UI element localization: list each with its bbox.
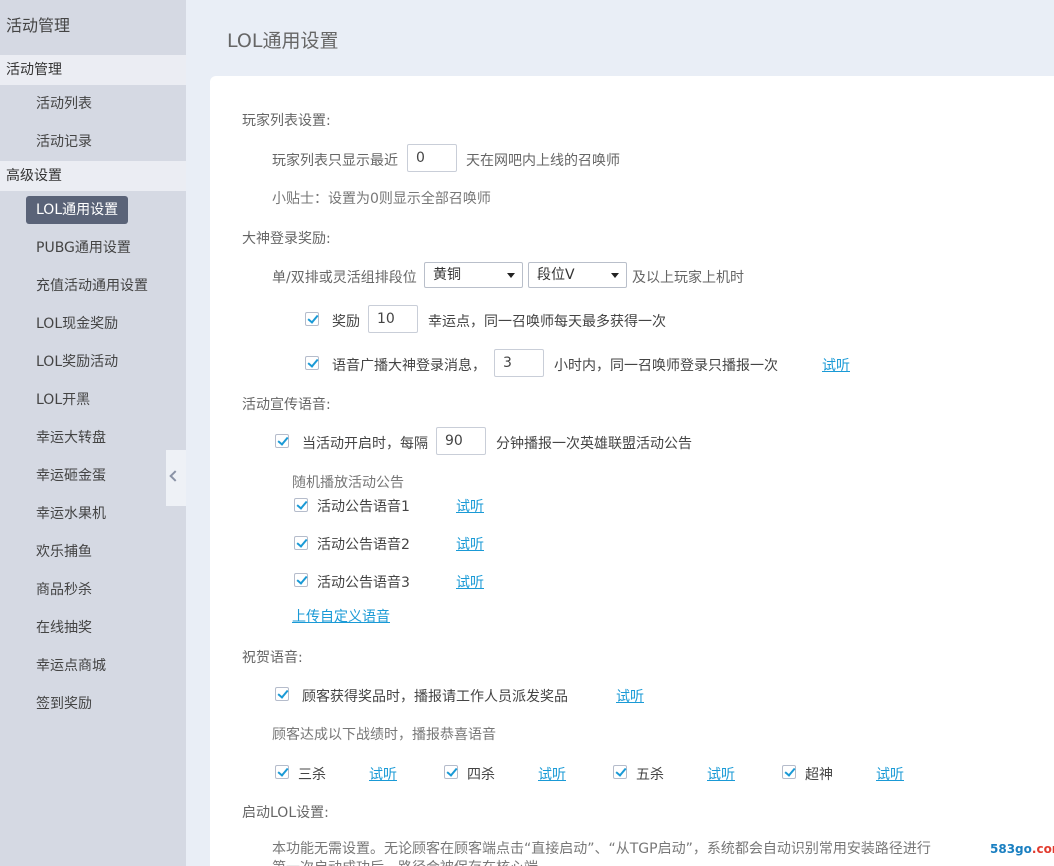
- announcement-3-listen-link[interactable]: 试听: [456, 572, 484, 592]
- caret-down-icon: [507, 273, 515, 278]
- sidebar-item-flash-sale[interactable]: 商品秒杀: [0, 571, 186, 609]
- sidebar: 活动管理 活动管理 活动列表 活动记录 高级设置 LOL通用设置 PUBG通用设…: [0, 0, 186, 866]
- sidebar-title: 活动管理: [0, 0, 186, 55]
- reward-points-input[interactable]: 10: [368, 305, 418, 333]
- rank-division-select[interactable]: 段位Ⅴ: [528, 262, 627, 288]
- prize-broadcast-checkbox[interactable]: [275, 687, 289, 701]
- prize-broadcast-listen-link[interactable]: 试听: [616, 686, 644, 706]
- player-list-tip: 小贴士：设置为0则显示全部召唤师: [272, 191, 491, 207]
- achievement-legendary-label: 超神: [805, 767, 833, 783]
- player-list-heading: 玩家列表设置:: [242, 113, 331, 129]
- player-list-days-input[interactable]: 0: [407, 144, 457, 172]
- announcement-2-checkbox[interactable]: [294, 536, 308, 550]
- settings-panel: 玩家列表设置: 玩家列表只显示最近 0 天在网吧内上线的召唤师 小贴士：设置为0…: [210, 76, 1054, 866]
- rank-suffix: 及以上玩家上机时: [632, 270, 744, 286]
- site-watermark-logo: 583go.com: [990, 842, 1054, 856]
- voice-broadcast-listen-link[interactable]: 试听: [822, 355, 850, 375]
- announcement-1-label: 活动公告语音1: [317, 499, 410, 515]
- page-title: LOL通用设置: [227, 30, 339, 52]
- announcement-1-listen-link[interactable]: 试听: [456, 496, 484, 516]
- sidebar-item-online-lottery[interactable]: 在线抽奖: [0, 609, 186, 647]
- achievement-triple-kill-label: 三杀: [298, 767, 326, 783]
- sidebar-item-label: LOL通用设置: [26, 196, 129, 224]
- achievement-label: 顾客达成以下战绩时，播报恭喜语音: [272, 727, 496, 743]
- chevron-left-icon: [169, 470, 181, 482]
- reward-checkbox[interactable]: [305, 312, 319, 326]
- launch-lol-description-line1: 本功能无需设置。无论顾客在顾客端点击“直接启动”、“从TGP启动”，系统都会自动…: [272, 841, 931, 857]
- watermark-suffix: .com: [1031, 842, 1054, 856]
- player-list-suffix: 天在网吧内上线的召唤师: [466, 153, 620, 169]
- rank-tier-value: 黄铜: [433, 267, 461, 283]
- promo-interval-checkbox[interactable]: [275, 434, 289, 448]
- achievement-penta-kill-checkbox[interactable]: [613, 765, 627, 779]
- achievement-quadra-kill-label: 四杀: [467, 767, 495, 783]
- rank-division-value: 段位Ⅴ: [537, 267, 575, 283]
- random-play-label: 随机播放活动公告: [292, 475, 404, 491]
- launch-lol-heading: 启动LOL设置:: [242, 805, 329, 821]
- achievement-legendary-checkbox[interactable]: [782, 765, 796, 779]
- announcement-3-checkbox[interactable]: [294, 573, 308, 587]
- sidebar-item-lol-general[interactable]: LOL通用设置: [0, 191, 186, 229]
- sidebar-item-lol-team[interactable]: LOL开黑: [0, 381, 186, 419]
- prize-broadcast-label: 顾客获得奖品时，播报请工作人员派发奖品: [302, 689, 568, 705]
- achievement-triple-kill-listen-link[interactable]: 试听: [369, 764, 397, 784]
- promo-voice-heading: 活动宣传语音:: [242, 397, 331, 413]
- sidebar-collapse-button[interactable]: [166, 450, 186, 506]
- sidebar-item-checkin-reward[interactable]: 签到奖励: [0, 685, 186, 723]
- rank-prefix: 单/双排或灵活组排段位: [272, 270, 417, 286]
- achievement-legendary-listen-link[interactable]: 试听: [876, 764, 904, 784]
- voice-broadcast-checkbox[interactable]: [305, 356, 319, 370]
- sidebar-item-lol-cash-reward[interactable]: LOL现金奖励: [0, 305, 186, 343]
- god-login-heading: 大神登录奖励:: [242, 231, 331, 247]
- announcement-3-label: 活动公告语音3: [317, 575, 410, 591]
- rank-tier-select[interactable]: 黄铜: [424, 262, 523, 288]
- voice-hours-input[interactable]: 3: [494, 349, 544, 377]
- sidebar-item-fishing[interactable]: 欢乐捕鱼: [0, 533, 186, 571]
- achievement-quadra-kill-checkbox[interactable]: [444, 765, 458, 779]
- announcement-2-listen-link[interactable]: 试听: [456, 534, 484, 554]
- sidebar-item-lol-reward-activity[interactable]: LOL奖励活动: [0, 343, 186, 381]
- sidebar-section-activity[interactable]: 活动管理: [0, 55, 186, 85]
- reward-label: 奖励: [332, 314, 360, 330]
- sidebar-section-advanced[interactable]: 高级设置: [0, 161, 186, 191]
- announcement-1-checkbox[interactable]: [294, 498, 308, 512]
- promo-interval-input[interactable]: 90: [436, 427, 486, 455]
- voice-broadcast-suffix: 小时内，同一召唤师登录只播报一次: [554, 358, 778, 374]
- sidebar-item-lucky-wheel[interactable]: 幸运大转盘: [0, 419, 186, 457]
- sidebar-item-activity-list[interactable]: 活动列表: [0, 85, 186, 123]
- watermark-main: 583go: [990, 842, 1032, 856]
- achievement-quadra-kill-listen-link[interactable]: 试听: [538, 764, 566, 784]
- sidebar-item-lucky-points-mall[interactable]: 幸运点商城: [0, 647, 186, 685]
- congrats-voice-heading: 祝贺语音:: [242, 650, 303, 666]
- sidebar-item-fruit-machine[interactable]: 幸运水果机: [0, 495, 186, 533]
- reward-suffix: 幸运点，同一召唤师每天最多获得一次: [428, 314, 666, 330]
- sidebar-item-activity-records[interactable]: 活动记录: [0, 123, 186, 161]
- player-list-prefix: 玩家列表只显示最近: [272, 153, 398, 169]
- achievement-triple-kill-checkbox[interactable]: [275, 765, 289, 779]
- promo-interval-prefix: 当活动开启时，每隔: [302, 436, 428, 452]
- promo-interval-suffix: 分钟播报一次英雄联盟活动公告: [496, 436, 692, 452]
- caret-down-icon: [611, 273, 619, 278]
- sidebar-item-pubg-general[interactable]: PUBG通用设置: [0, 229, 186, 267]
- voice-broadcast-label: 语音广播大神登录消息，: [332, 358, 486, 374]
- achievement-penta-kill-label: 五杀: [636, 767, 664, 783]
- achievement-penta-kill-listen-link[interactable]: 试听: [707, 764, 735, 784]
- upload-custom-voice-link[interactable]: 上传自定义语音: [292, 606, 390, 626]
- sidebar-item-golden-egg[interactable]: 幸运砸金蛋: [0, 457, 186, 495]
- launch-lol-description-line2: 第一次启动成功后，路径会被保存在核心端: [272, 857, 538, 866]
- announcement-2-label: 活动公告语音2: [317, 537, 410, 553]
- sidebar-item-recharge-general[interactable]: 充值活动通用设置: [0, 267, 186, 305]
